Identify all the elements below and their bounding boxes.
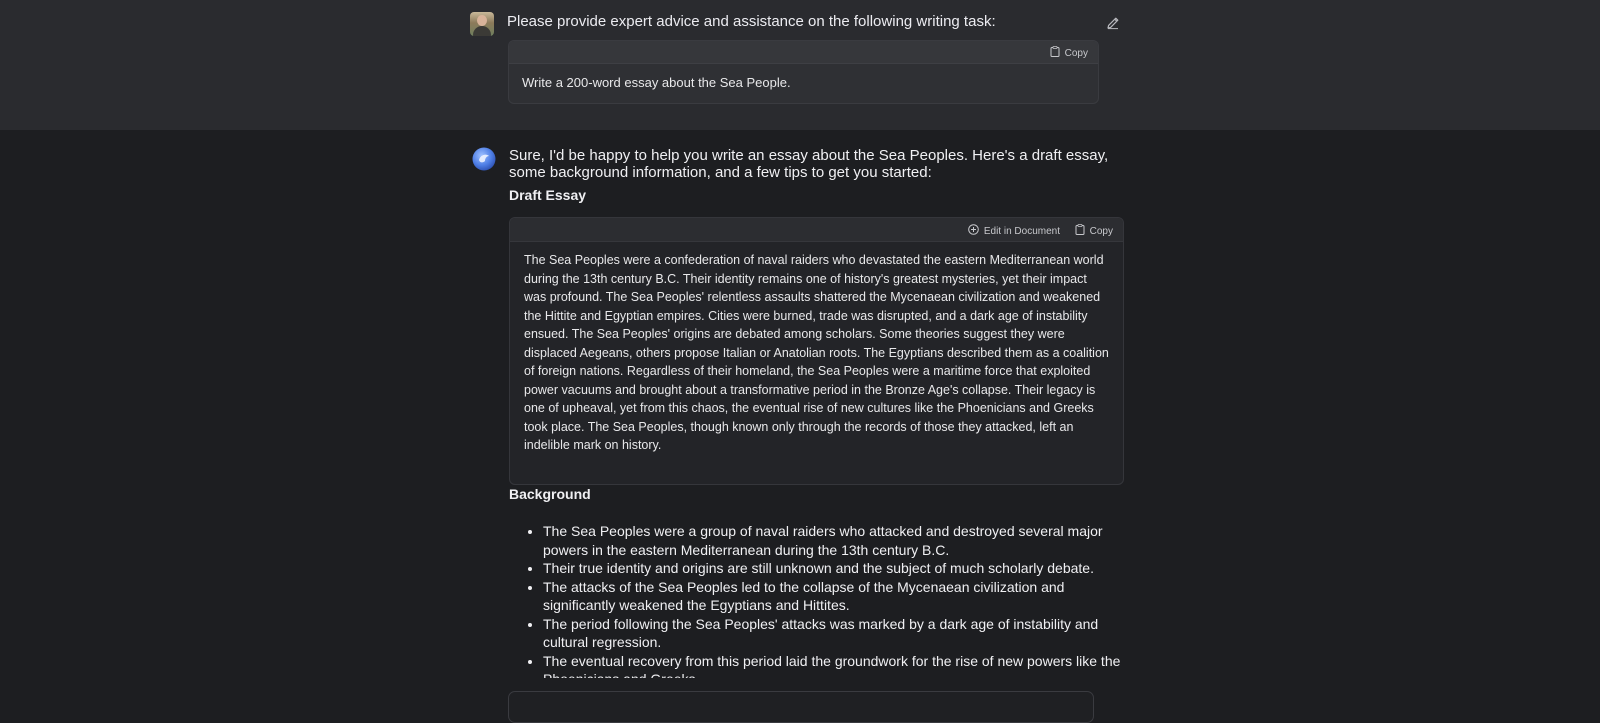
user-message-text: Please provide expert advice and assista… (507, 13, 996, 30)
essay-block-header: Edit in Document Copy (510, 218, 1123, 242)
copy-label: Copy (1089, 225, 1113, 237)
edit-in-document-label: Edit in Document (983, 225, 1060, 237)
user-code-block: Copy Write a 200-word essay about the Se… (508, 40, 1099, 104)
clipboard-icon (1075, 224, 1085, 238)
copy-label: Copy (1064, 47, 1088, 59)
list-item: The eventual recovery from this period l… (543, 652, 1133, 679)
draft-essay-heading: Draft Essay (509, 187, 587, 203)
copy-button[interactable]: Copy (1050, 46, 1088, 60)
list-item: The attacks of the Sea Peoples led to th… (543, 578, 1133, 615)
background-heading: Background (509, 486, 591, 502)
code-block-text: Write a 200-word essay about the Sea Peo… (522, 75, 791, 90)
assistant-logo-icon (472, 147, 496, 171)
list-item: The period following the Sea Peoples' at… (543, 615, 1133, 652)
essay-code-block: Edit in Document Copy The Sea Peoples we… (509, 217, 1124, 485)
assistant-intro-text: Sure, I'd be happy to help you write an … (509, 147, 1109, 181)
list-item: The Sea Peoples were a group of naval ra… (543, 522, 1133, 559)
clipboard-icon (1050, 46, 1060, 60)
list-item: Their true identity and origins are stil… (543, 559, 1133, 578)
copy-button[interactable]: Copy (1075, 224, 1113, 238)
essay-text: The Sea Peoples were a confederation of … (524, 253, 1109, 452)
code-block-header: Copy (509, 41, 1098, 64)
background-list: The Sea Peoples were a group of naval ra… (528, 522, 1133, 678)
user-avatar (470, 12, 494, 36)
plus-circle-icon (968, 224, 979, 238)
edit-in-document-button[interactable]: Edit in Document (968, 224, 1060, 238)
pencil-icon[interactable] (1105, 15, 1121, 31)
message-input-box[interactable] (508, 691, 1094, 723)
